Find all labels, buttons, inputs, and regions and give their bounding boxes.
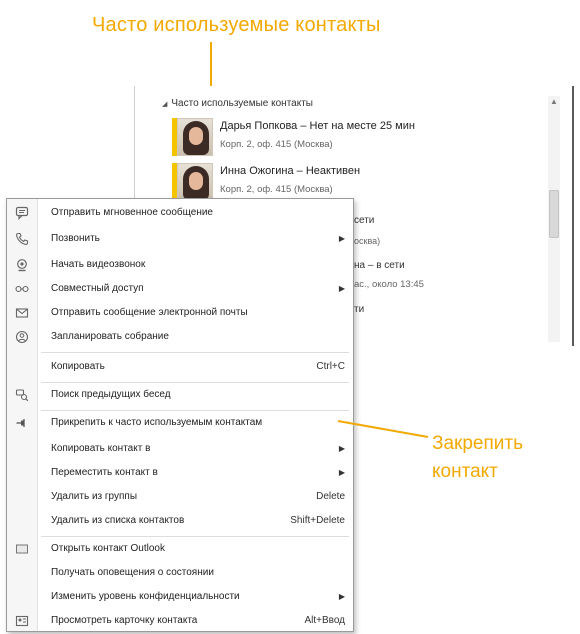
contact-status-partial: сети — [354, 215, 375, 226]
callout-frequent-contacts: Часто используемые контакты — [92, 14, 381, 36]
menu-item-label: Поиск предыдущих бесед — [51, 389, 171, 400]
context-menu: Отправить мгновенное сообщение Позвонить… — [6, 198, 354, 632]
menu-item-move-contact-to[interactable]: Переместить контакт в ▶ — [7, 463, 353, 487]
menu-item-send-im[interactable]: Отправить мгновенное сообщение — [7, 203, 353, 227]
menu-item-label: Позвонить — [51, 233, 100, 244]
menu-item-pin-to-frequent[interactable]: Прикрепить к часто используемым контакта… — [7, 413, 353, 437]
submenu-arrow-icon: ▶ — [338, 284, 345, 293]
menu-item-status-alerts[interactable]: Получать оповещения о состоянии — [7, 563, 353, 587]
menu-item-send-email[interactable]: Отправить сообщение электронной почты — [7, 303, 353, 327]
menu-item-privacy-level[interactable]: Изменить уровень конфиденциальности ▶ — [7, 587, 353, 611]
contact-item[interactable]: Дарья Попкова – Нет на месте 25 мин Корп… — [172, 118, 532, 160]
contact-name: Инна Ожогина – Неактивен — [220, 165, 361, 177]
menu-item-label: Прикрепить к часто используемым контакта… — [51, 417, 263, 428]
menu-item-remove-from-contacts[interactable]: Удалить из списка контактов Shift+Delete — [7, 511, 353, 535]
menu-shortcut: Alt+Ввод — [304, 615, 345, 626]
menu-item-video-call[interactable]: Начать видеозвонок — [7, 255, 353, 279]
menu-shortcut: Delete — [316, 491, 345, 502]
menu-item-label: Запланировать собрание — [51, 331, 169, 342]
menu-item-schedule-meeting[interactable]: Запланировать собрание — [7, 327, 353, 351]
menu-item-share[interactable]: Совместный доступ ▶ — [7, 279, 353, 303]
menu-item-label: Отправить мгновенное сообщение — [51, 207, 213, 218]
webcam-icon — [14, 258, 30, 274]
menu-separator — [41, 410, 349, 411]
contact-location: Корп. 2, оф. 415 (Москва) — [220, 139, 333, 150]
history-search-icon — [14, 388, 30, 404]
menu-item-label: Переместить контакт в — [51, 467, 158, 478]
menu-separator — [41, 382, 349, 383]
menu-item-copy-contact-to[interactable]: Копировать контакт в ▶ — [7, 439, 353, 463]
contact-location-partial: ас., около 13:45 — [354, 279, 424, 290]
submenu-arrow-icon: ▶ — [338, 468, 345, 477]
submenu-arrow-icon: ▶ — [338, 592, 345, 601]
outlook-contact-icon — [14, 542, 30, 558]
chat-icon — [14, 206, 30, 222]
menu-item-label: Копировать контакт в — [51, 443, 151, 454]
menu-item-label: Просмотреть карточку контакта — [51, 615, 198, 626]
menu-separator — [41, 536, 349, 537]
menu-item-view-contact-card[interactable]: Просмотреть карточку контакта Alt+Ввод — [7, 611, 353, 631]
email-icon — [14, 306, 30, 322]
contact-location-partial: осква) — [354, 236, 381, 246]
submenu-arrow-icon: ▶ — [338, 444, 345, 453]
panel-border-right — [572, 86, 574, 346]
contact-card-icon — [14, 614, 30, 630]
avatar — [177, 118, 213, 156]
callout-pin-contact: Закрепить контакт — [432, 430, 523, 486]
scrollbar-thumb[interactable] — [549, 190, 559, 238]
menu-separator — [41, 352, 349, 353]
pin-icon — [14, 416, 30, 432]
share-icon — [14, 282, 30, 298]
menu-item-call[interactable]: Позвонить ▶ — [7, 229, 353, 253]
menu-item-label: Удалить из списка контактов — [51, 515, 185, 526]
callout-pin-line2: контакт — [432, 461, 498, 482]
menu-item-search-conversations[interactable]: Поиск предыдущих бесед — [7, 385, 353, 409]
menu-item-label: Открыть контакт Outlook — [51, 543, 165, 554]
menu-item-label: Копировать — [51, 361, 105, 372]
collapse-triangle-icon[interactable]: ◢ — [162, 101, 167, 108]
submenu-arrow-icon: ▶ — [338, 234, 345, 243]
group-header-label: Часто используемые контакты — [171, 98, 313, 109]
menu-item-label: Изменить уровень конфиденциальности — [51, 591, 240, 602]
menu-item-copy[interactable]: Копировать Ctrl+C — [7, 357, 353, 381]
contact-name: Дарья Попкова – Нет на месте 25 мин — [220, 120, 415, 132]
callout-pin-line1: Закрепить — [432, 433, 523, 454]
contact-status-partial: ти — [354, 304, 365, 315]
scroll-up-arrow-icon[interactable]: ▲ — [548, 96, 560, 108]
menu-item-label: Начать видеозвонок — [51, 259, 146, 270]
menu-item-remove-from-group[interactable]: Удалить из группы Delete — [7, 487, 353, 511]
menu-shortcut: Ctrl+C — [316, 361, 345, 372]
menu-item-label: Совместный доступ — [51, 283, 144, 294]
avatar — [177, 163, 213, 201]
menu-item-label: Отправить сообщение электронной почты — [51, 307, 248, 318]
contact-location: Корп. 2, оф. 415 (Москва) — [220, 184, 333, 195]
group-header-frequent[interactable]: ◢ Часто используемые контакты — [162, 98, 313, 109]
phone-icon — [14, 232, 30, 248]
menu-item-label: Получать оповещения о состоянии — [51, 567, 214, 578]
meeting-icon — [14, 330, 30, 346]
callout-leader-line — [210, 42, 212, 90]
menu-item-open-outlook-contact[interactable]: Открыть контакт Outlook — [7, 539, 353, 563]
menu-item-label: Удалить из группы — [51, 491, 138, 502]
menu-shortcut: Shift+Delete — [290, 515, 345, 526]
contact-status-partial: на – в сети — [354, 260, 405, 271]
